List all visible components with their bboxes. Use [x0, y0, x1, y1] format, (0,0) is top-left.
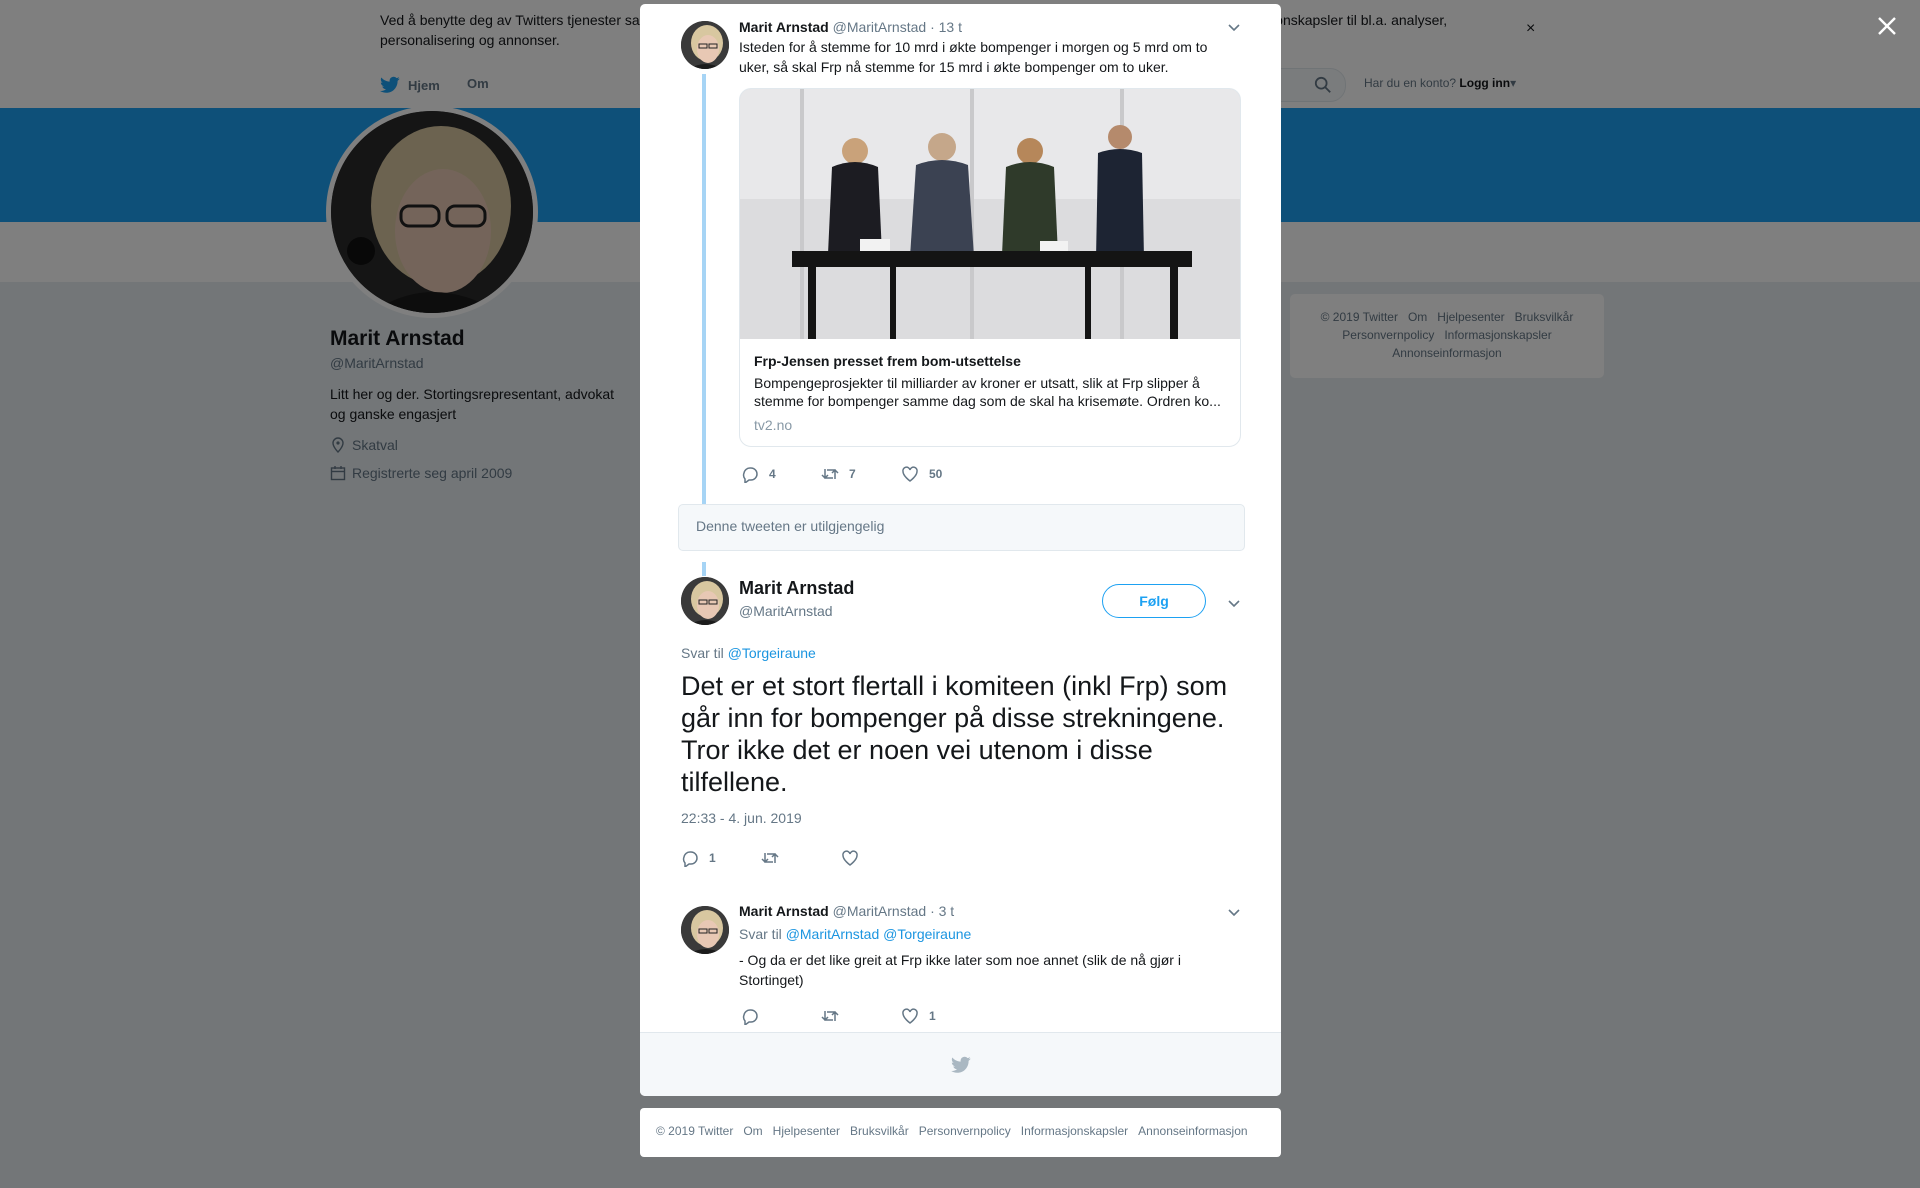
like-count: 1 — [929, 1009, 936, 1023]
footer-link-about[interactable]: Om — [743, 1124, 762, 1138]
footer-copyright: © 2019 Twitter — [656, 1124, 734, 1138]
avatar[interactable] — [681, 577, 729, 625]
tweet-text: Det er et stort flertall i komiteen (ink… — [681, 671, 1228, 797]
retweet-icon — [821, 468, 839, 480]
chevron-down-icon[interactable] — [1227, 599, 1241, 609]
avatar[interactable] — [681, 21, 729, 69]
tweet-text: - Og da er det like greit at Frp ikke la… — [739, 952, 1181, 988]
tweet-text: Isteden for å stemme for 10 mrd i økte b… — [739, 39, 1208, 75]
chevron-down-icon[interactable] — [1227, 23, 1241, 33]
retweet-icon — [821, 1010, 839, 1022]
retweet-button[interactable] — [821, 1007, 901, 1025]
link-card[interactable]: Frp-Jensen presset frem bom-utsettelse B… — [739, 88, 1241, 447]
card-photo — [740, 89, 1240, 339]
reply-prefix: Svar til — [739, 926, 782, 942]
like-button[interactable]: 50 — [901, 465, 981, 483]
reply-count: 1 — [709, 851, 716, 865]
tweet-author-name[interactable]: Marit Arnstad — [739, 578, 854, 599]
retweet-button[interactable]: 7 — [821, 465, 901, 483]
avatar[interactable] — [681, 906, 729, 954]
reply-icon — [742, 467, 758, 483]
thread-connector-line — [702, 562, 706, 576]
reply-prefix: Svar til — [681, 645, 724, 661]
reply-count: 4 — [769, 467, 776, 481]
footer-link-terms[interactable]: Bruksvilkår — [850, 1124, 909, 1138]
footer-link-cookies[interactable]: Informasjonskapsler — [1021, 1124, 1128, 1138]
footer-link-ads[interactable]: Annonseinformasjon — [1138, 1124, 1247, 1138]
like-count: 50 — [929, 467, 943, 481]
tweet-timestamp[interactable]: · 13 t — [930, 19, 962, 35]
follow-button[interactable]: Følg — [1102, 584, 1206, 618]
tweet-header: Marit Arnstad @MaritArnstad · 3 t — [739, 901, 954, 921]
tweet-author-handle[interactable]: @MaritArnstad — [739, 603, 833, 619]
like-button[interactable]: 1 — [901, 1007, 981, 1025]
reply-icon — [682, 851, 698, 867]
reply-to-link[interactable]: @Torgeiraune — [883, 926, 971, 942]
modal-bottom-footer: © 2019 Twitter Om Hjelpesenter Bruksvilkår P… — [640, 1108, 1281, 1157]
tweet-actions: 1 — [741, 1007, 981, 1025]
card-image — [740, 89, 1240, 339]
tweet-author-name[interactable]: Marit Arnstad — [739, 19, 829, 35]
unavailable-tweet-text: Denne tweeten er utilgjengelig — [696, 518, 885, 534]
retweet-count: 7 — [849, 467, 856, 481]
avatar-photo — [681, 21, 729, 69]
reply-context: Svar til @MaritArnstad @Torgeiraune — [739, 926, 971, 942]
card-domain: tv2.no — [754, 417, 793, 433]
tweet-actions: 4 7 50 — [741, 465, 981, 483]
heart-icon — [842, 850, 858, 866]
avatar-photo — [681, 906, 729, 954]
tweet-author-name[interactable]: Marit Arnstad — [739, 903, 829, 919]
like-button[interactable] — [841, 849, 921, 867]
tweet-author-handle[interactable]: @MaritArnstad — [833, 19, 927, 35]
reply-to-link[interactable]: @Torgeiraune — [728, 645, 816, 661]
tweet-timestamp[interactable]: 22:33 - 4. jun. 2019 — [681, 810, 802, 826]
retweet-icon — [761, 852, 779, 864]
reply-context: Svar til @Torgeiraune — [681, 645, 816, 661]
avatar-photo — [681, 577, 729, 625]
thread-connector-line — [702, 74, 706, 504]
card-description: Bompengeprosjekter til milliarder av kro… — [754, 375, 1221, 409]
heart-icon — [902, 1008, 918, 1024]
reply-icon — [742, 1009, 758, 1025]
modal-footer — [640, 1032, 1281, 1096]
tweet-author-handle[interactable]: @MaritArnstad — [833, 903, 927, 919]
reply-button[interactable]: 1 — [681, 849, 761, 867]
tweet-header: Marit Arnstad @MaritArnstad · 13 t — [739, 17, 962, 37]
close-icon[interactable] — [1874, 13, 1900, 39]
heart-icon — [902, 466, 918, 482]
reply-button[interactable] — [741, 1007, 821, 1025]
reply-button[interactable]: 4 — [741, 465, 821, 483]
reply-to-link[interactable]: @MaritArnstad — [786, 926, 880, 942]
tweet-actions: 1 — [681, 849, 921, 867]
retweet-button[interactable] — [761, 849, 841, 867]
tweet-modal: Marit Arnstad @MaritArnstad · 13 t Isted… — [640, 4, 1281, 1096]
twitter-bird-icon — [951, 1056, 971, 1073]
tweet-timestamp[interactable]: · 3 t — [930, 903, 954, 919]
footer-link-privacy[interactable]: Personvernpolicy — [919, 1124, 1011, 1138]
chevron-down-icon[interactable] — [1227, 908, 1241, 918]
unavailable-tweet-notice: Denne tweeten er utilgjengelig — [678, 504, 1245, 551]
card-title: Frp-Jensen presset frem bom-utsettelse — [754, 353, 1021, 369]
footer-link-help[interactable]: Hjelpesenter — [773, 1124, 840, 1138]
